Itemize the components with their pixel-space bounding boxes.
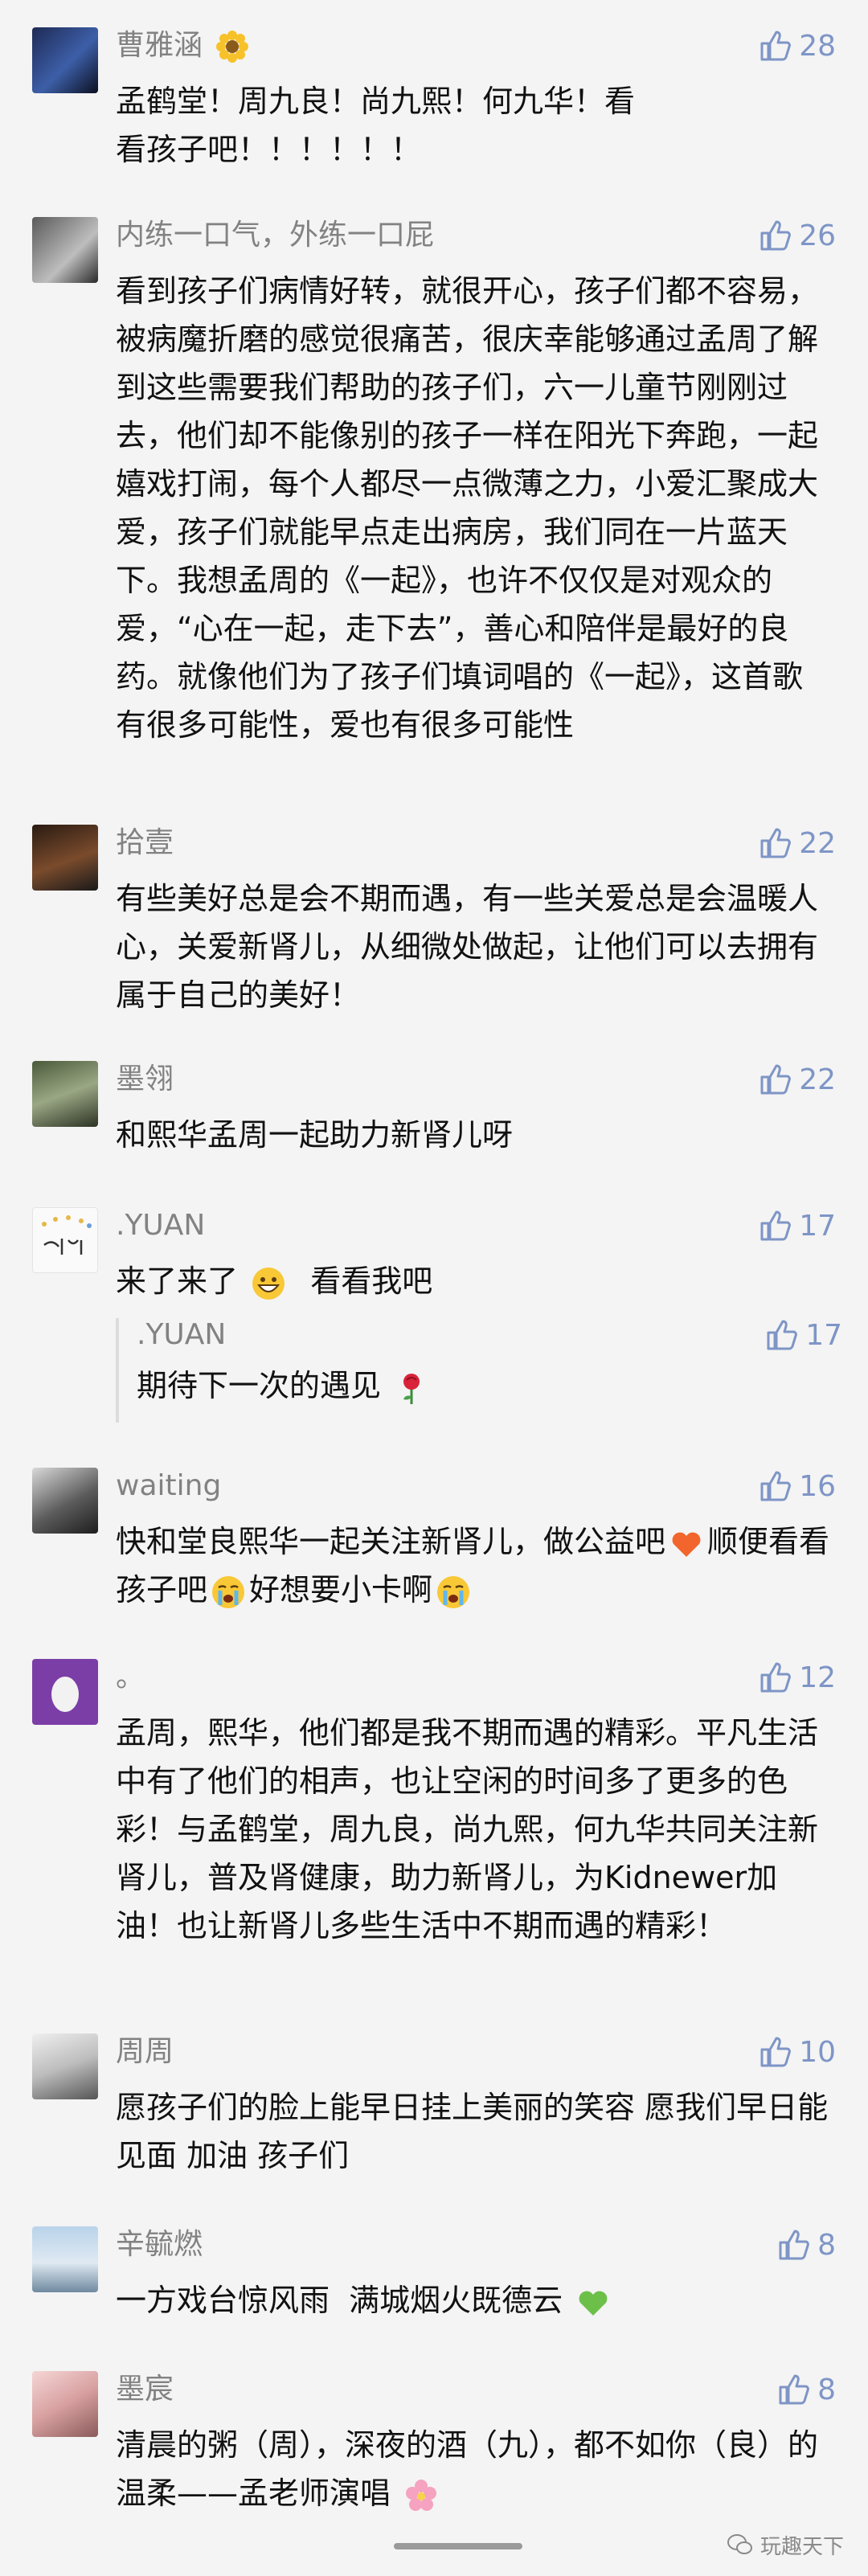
avatar[interactable] [32,825,98,891]
bottom-bar: 玩趣天下 [0,2524,868,2576]
like-count: 8 [817,2373,836,2406]
avatar[interactable] [32,1061,98,1127]
thumbs-up-icon [760,1210,792,1241]
like-button[interactable]: 8 [777,2225,836,2265]
commenter-name[interactable]: 辛毓燃 [116,2225,203,2265]
like-button[interactable]: 16 [759,1466,836,1506]
like-count: 10 [799,2035,836,2069]
like-count: 22 [799,1063,836,1096]
reply-commenter-name[interactable]: .YUAN [137,1315,226,1355]
thumbs-up-icon [779,2374,809,2405]
avatar[interactable] [32,1468,98,1534]
commenter-name[interactable]: 内练一口气，外练一口屁 [116,215,434,256]
comment-text: 愿孩子们的脸上能早日挂上美丽的笑容 愿我们早日能见面 加油 孩子们 [116,2090,829,2173]
thumbs-up-icon [779,2230,809,2260]
like-button[interactable]: 26 [759,215,836,256]
like-count: 8 [817,2228,836,2262]
comment-text: 清晨的粥（周），深夜的酒（九），都不如你（良）的温柔——孟老师演唱 [116,2421,831,2517]
comment-text: 看到孩子们病情好转，就很开心，孩子们都不容易，被病魔折磨的感觉很痛苦，很庆幸能够… [116,273,819,743]
commenter-name[interactable]: 墨宸 [116,2369,174,2410]
thumbs-up-icon [760,1064,792,1095]
commenter-name[interactable]: waiting [116,1466,221,1506]
green-heart-icon [579,2291,608,2316]
like-count: 12 [799,1661,836,1694]
like-button[interactable]: 22 [759,823,836,863]
like-count: 26 [799,219,836,252]
home-indicator[interactable] [394,2543,522,2549]
commenter-name[interactable]: 周周 [116,2032,174,2072]
commenter-name[interactable]: .YUAN [116,1206,205,1246]
commenter-name[interactable]: 墨翎 [116,1059,174,1100]
thumbs-up-icon [760,220,792,251]
thumbs-up-icon [760,1662,792,1693]
like-count: 28 [799,29,836,63]
grinning-face-icon [252,1267,285,1300]
comment-text: 快和堂良熙华一起关注新肾儿，做公益吧 顺便看看孩子吧 好想要小卡啊 [116,1517,831,1614]
comment-text: 一方戏台惊风雨 满城烟火既德云 [116,2276,831,2324]
like-button[interactable]: 17 [759,1206,836,1246]
avatar[interactable] [32,2033,98,2099]
comment-text: 孟周，熙华，他们都是我不期而遇的精彩。平凡生活中有了他们的相声，也让空闲的时间多… [116,1715,819,1943]
heart-icon [672,1532,701,1557]
crying-face-icon [437,1575,470,1608]
comment-text: 孟鹤堂！周九良！尚九熙！何九华！看看孩子吧！！！！！！ [116,84,636,167]
watermark: 玩趣天下 [727,2524,844,2566]
like-button[interactable]: 28 [759,26,836,66]
avatar[interactable] [32,1659,98,1725]
cherry-blossom-icon [406,2479,437,2511]
thumbs-up-icon [760,828,792,858]
like-button[interactable]: 12 [759,1657,836,1698]
rose-icon [403,1373,420,1404]
like-count: 17 [799,1209,836,1243]
reply-like-button[interactable]: 17 [765,1315,842,1355]
avatar[interactable] [32,1207,98,1273]
commenter-name[interactable]: 。 [116,1657,145,1698]
thumbs-up-icon [760,2037,792,2067]
reply-text: 期待下一次的遇见 [137,1362,820,1410]
wechat-icon [727,2534,752,2554]
avatar[interactable] [32,2226,98,2292]
comment-text: 有些美好总是会不期而遇，有一些关爱总是会温暖人心，关爱新肾儿，从细微处做起，让他… [116,881,819,1013]
sunflower-icon [216,31,249,63]
avatar-doodle-icon [42,1215,92,1255]
thumbs-up-icon [760,1471,792,1501]
thumbs-up-icon [767,1320,798,1350]
avatar[interactable] [32,217,98,283]
like-count: 16 [799,1469,836,1503]
commenter-name[interactable]: 拾壹 [116,823,174,863]
comment-text: 来了来了 看看我吧 [116,1257,831,1305]
avatar[interactable] [32,2371,98,2437]
like-button[interactable]: 22 [759,1059,836,1100]
reply: .YUAN 17 期待下一次的遇见 [116,1318,842,1423]
egg-avatar-icon [51,1677,79,1712]
like-count: 22 [799,826,836,860]
thumbs-up-icon [760,31,792,61]
like-count: 17 [805,1318,842,1352]
crying-face-icon [212,1575,245,1608]
like-button[interactable]: 10 [759,2032,836,2072]
avatar[interactable] [32,27,98,93]
comment-text: 和熙华孟周一起助力新肾儿呀 [116,1117,514,1153]
commenter-name[interactable]: 曹雅涵 [116,26,253,66]
like-button[interactable]: 8 [777,2369,836,2410]
